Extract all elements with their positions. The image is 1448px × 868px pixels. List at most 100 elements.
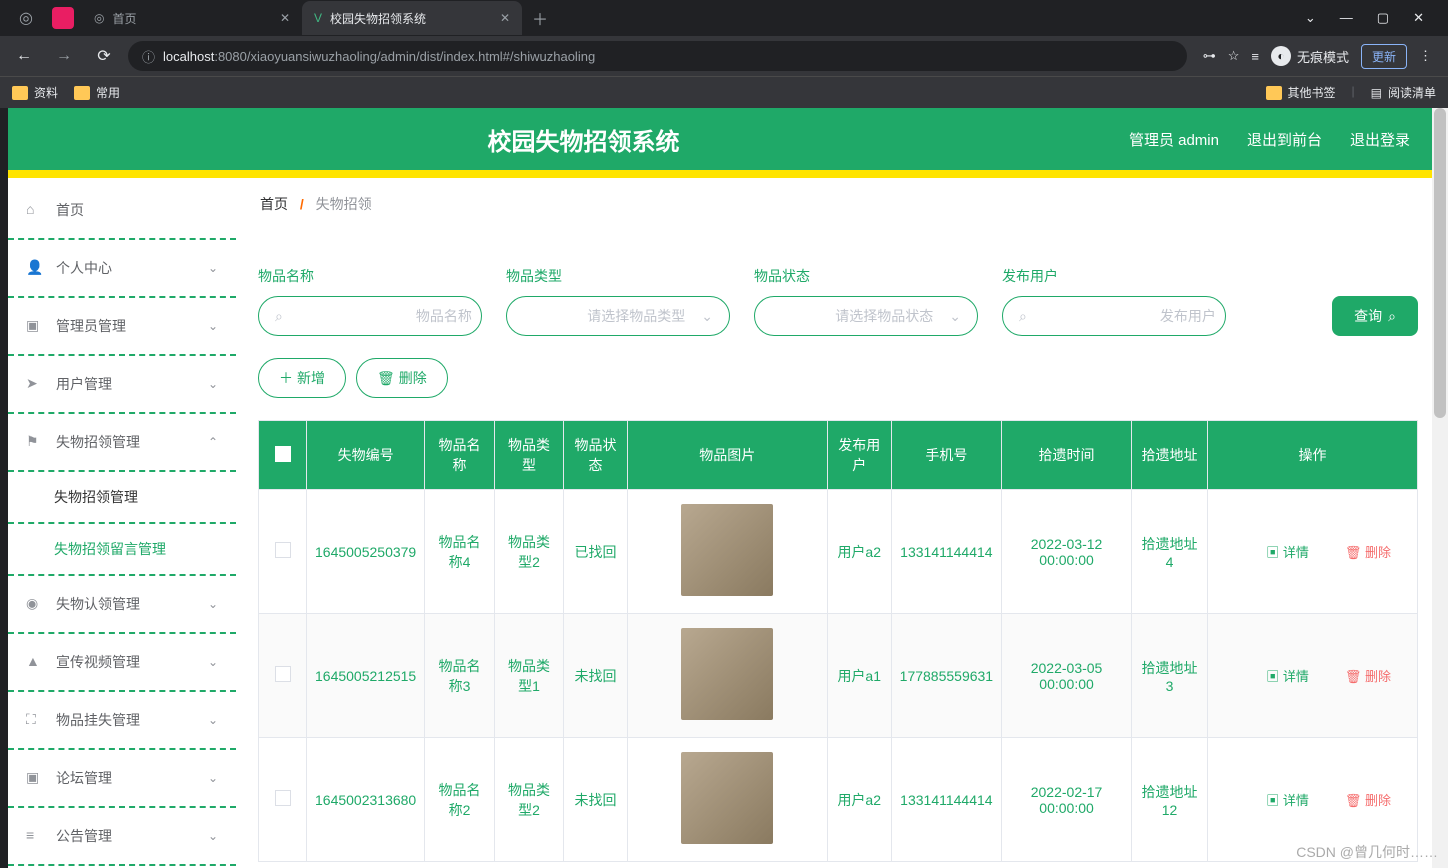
search-button[interactable]: 查询 ⌕ [1332, 296, 1418, 336]
sidebar-item-1[interactable]: 👤个人中心⌄ [8, 240, 236, 298]
reload-button[interactable]: ⟳ [88, 40, 120, 72]
bookmark-label: 其他书签 [1288, 84, 1336, 101]
row-checkbox[interactable] [275, 666, 291, 682]
sidebar-item-0[interactable]: ⌂首页 [8, 182, 236, 240]
tab-label: 首页 [112, 10, 136, 27]
url-text: localhost:8080/xiaoyuansiwuzhaoling/admi… [163, 49, 595, 64]
to-front-link[interactable]: 退出到前台 [1247, 129, 1322, 150]
filter-type-select[interactable]: 请选择物品类型 ⌄ [506, 296, 730, 336]
minimize-icon[interactable]: — [1340, 10, 1353, 26]
cell: 拾遗地址12 [1132, 738, 1208, 862]
cell [259, 738, 307, 862]
sidebar-item-9[interactable]: ⛶物品挂失管理⌄ [8, 692, 236, 750]
col-header-10: 操作 [1208, 421, 1418, 490]
row-checkbox[interactable] [275, 542, 291, 558]
star-icon[interactable]: ☆ [1228, 48, 1240, 64]
filter-type-label: 物品类型 [506, 266, 730, 286]
logout-link[interactable]: 退出登录 [1350, 129, 1410, 150]
chevron-down-icon: ⌄ [208, 597, 218, 611]
name-field[interactable] [291, 308, 472, 324]
incognito-badge: ◐ 无痕模式 [1271, 46, 1349, 66]
forward-button[interactable]: → [48, 40, 80, 72]
current-user[interactable]: 管理员 admin [1129, 129, 1219, 150]
chat-icon: ▣ [26, 769, 44, 787]
back-button[interactable]: ← [8, 40, 40, 72]
checkbox-all[interactable] [275, 446, 291, 462]
tab-current[interactable]: V 校园失物招领系统 ✕ [302, 1, 522, 35]
close-icon[interactable]: ✕ [280, 11, 290, 25]
add-label: 新增 [297, 368, 325, 388]
cell: 2022-02-17 00:00:00 [1002, 738, 1132, 862]
data-table: 失物编号物品名称物品类型物品状态物品图片发布用户手机号拾遗时间拾遗地址操作 16… [258, 420, 1418, 862]
item-image[interactable] [681, 504, 773, 596]
sidebar-item-label: 失物招领留言管理 [54, 539, 166, 559]
url-input[interactable]: ⓘ localhost:8080/xiaoyuansiwuzhaoling/ad… [128, 41, 1187, 71]
key-icon[interactable]: ⊶ [1203, 48, 1216, 64]
chat-icon: ▣ [26, 317, 44, 335]
detail-button[interactable]: ▣ 详情 [1260, 664, 1315, 687]
bookmark-item[interactable]: 资料 [12, 84, 58, 101]
sidebar-item-10[interactable]: ▣论坛管理⌄ [8, 750, 236, 808]
close-icon[interactable]: ✕ [500, 11, 510, 25]
sidebar-item-4[interactable]: ⚑失物招领管理⌃ [8, 414, 236, 472]
app-icon[interactable] [52, 7, 74, 29]
row-delete-button[interactable]: 🗑 删除 [1339, 540, 1397, 563]
delete-label: 删除 [399, 368, 427, 388]
info-icon: ⓘ [142, 47, 155, 66]
reading-list[interactable]: ▤阅读清单 [1371, 84, 1436, 101]
bookmark-item[interactable]: 常用 [74, 84, 120, 101]
breadcrumb-home[interactable]: 首页 [260, 196, 288, 212]
sidebar-item-11[interactable]: ≡公告管理⌄ [8, 808, 236, 866]
sidebar-item-label: 论坛管理 [56, 768, 112, 788]
add-button[interactable]: ＋新增 [258, 358, 346, 398]
cell: 133141144414 [891, 490, 1001, 614]
settings-icon[interactable]: ≡ [1251, 49, 1259, 64]
filter-name-input[interactable]: ⌕ [258, 296, 482, 336]
sidebar-item-5[interactable]: 失物招领管理 [8, 472, 236, 524]
maximize-icon[interactable]: ▢ [1377, 10, 1389, 26]
new-tab-button[interactable]: ＋ [522, 6, 558, 30]
cell [627, 490, 827, 614]
select-placeholder: 请选择物品类型 [587, 306, 685, 326]
browser-chrome: ◎ ◎ 首页 ✕ V 校园失物招领系统 ✕ ＋ ⌄ — ▢ ✕ ← → ⟳ ⓘ … [0, 0, 1448, 108]
cell: 物品类型1 [494, 614, 564, 738]
col-header-1: 失物编号 [307, 421, 425, 490]
flag-icon: ⚑ [26, 433, 44, 451]
item-image[interactable] [681, 752, 773, 844]
globe-icon[interactable]: ◎ [8, 0, 44, 36]
cell: 1645002313680 [307, 738, 425, 862]
sidebar-item-6[interactable]: 失物招领留言管理 [8, 524, 236, 576]
chevron-down-icon[interactable]: ⌄ [1305, 10, 1316, 26]
tab-home[interactable]: ◎ 首页 ✕ [82, 1, 302, 35]
row-delete-button[interactable]: 🗑 删除 [1339, 664, 1397, 687]
user-field[interactable] [1035, 308, 1216, 324]
watermark: CSDN @曾几何时…… [1296, 842, 1438, 862]
detail-button[interactable]: ▣ 详情 [1260, 540, 1315, 563]
sidebar-item-8[interactable]: ▲宣传视频管理⌄ [8, 634, 236, 692]
filter-status-select[interactable]: 请选择物品状态 ⌄ [754, 296, 978, 336]
cell: 拾遗地址4 [1132, 490, 1208, 614]
cell: 2022-03-05 00:00:00 [1002, 614, 1132, 738]
sidebar-item-label: 首页 [56, 200, 84, 220]
detail-button[interactable]: ▣ 详情 [1260, 788, 1315, 811]
close-window-icon[interactable]: ✕ [1413, 10, 1424, 26]
sidebar-item-3[interactable]: ➤用户管理⌄ [8, 356, 236, 414]
app-header: 校园失物招领系统 管理员 admin 退出到前台 退出登录 [8, 108, 1440, 170]
menu-icon[interactable]: ⋮ [1419, 48, 1432, 64]
sidebar: ⌂首页👤个人中心⌄▣管理员管理⌄➤用户管理⌄⚑失物招领管理⌃失物招领管理失物招领… [8, 178, 236, 868]
filter-user-input[interactable]: ⌕ [1002, 296, 1226, 336]
row-checkbox[interactable] [275, 790, 291, 806]
scrollbar[interactable] [1432, 108, 1448, 868]
sidebar-item-7[interactable]: ◉失物认领管理⌄ [8, 576, 236, 634]
sidebar-item-label: 失物招领管理 [56, 432, 140, 452]
update-button[interactable]: 更新 [1361, 44, 1407, 69]
item-image[interactable] [681, 628, 773, 720]
other-bookmarks[interactable]: 其他书签 [1266, 84, 1336, 101]
cell: 物品类型2 [494, 490, 564, 614]
col-header-0 [259, 421, 307, 490]
cell: 已找回 [564, 490, 628, 614]
delete-button[interactable]: 🗑删除 [356, 358, 448, 398]
row-delete-button[interactable]: 🗑 删除 [1339, 788, 1397, 811]
cell: 177885559631 [891, 614, 1001, 738]
sidebar-item-2[interactable]: ▣管理员管理⌄ [8, 298, 236, 356]
